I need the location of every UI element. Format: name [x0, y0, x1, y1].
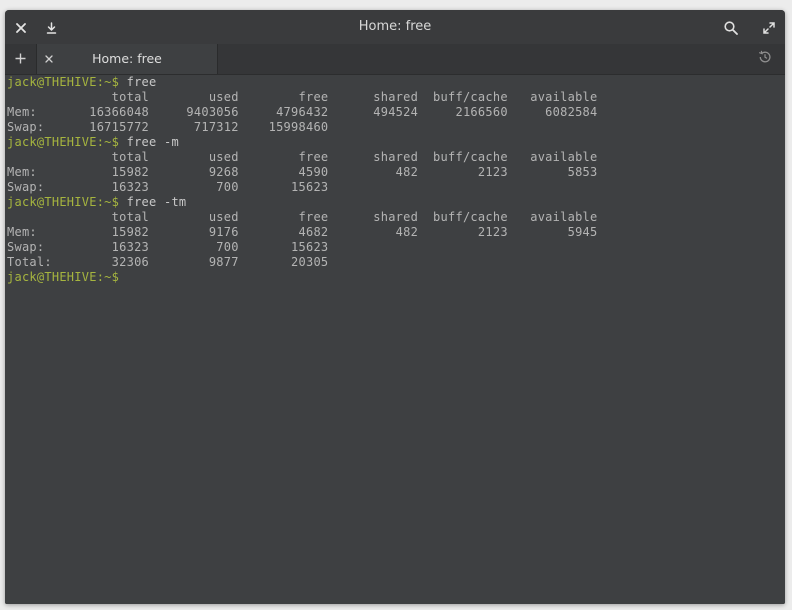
tab-bar: Home: free — [5, 44, 785, 75]
history-icon — [758, 50, 771, 63]
output-line: total used free shared buff/cache availa… — [7, 90, 785, 105]
output-text: Swap: 16323 700 15623 — [7, 240, 329, 254]
output-line: Mem: 16366048 9403056 4796432 494524 216… — [7, 105, 785, 120]
prompt-line: jack@THEHIVE:~$ free -tm — [7, 195, 785, 210]
output-line: Swap: 16323 700 15623 — [7, 240, 785, 255]
output-line: Total: 32306 9877 20305 — [7, 255, 785, 270]
terminal-window: Home: free Home: free jack@THEHIVE:~$ fr… — [5, 10, 785, 604]
search-button[interactable] — [716, 10, 746, 44]
prompt-line: jack@THEHIVE:~$ free -m — [7, 135, 785, 150]
output-text: total used free shared buff/cache availa… — [7, 210, 598, 224]
prompt-line: jack@THEHIVE:~$ — [7, 270, 785, 285]
close-icon — [45, 55, 53, 63]
shell-prompt: jack@THEHIVE:~$ — [7, 75, 120, 89]
shell-prompt: jack@THEHIVE:~$ — [7, 195, 120, 209]
output-text: Total: 32306 9877 20305 — [7, 255, 329, 269]
tab-close-button[interactable] — [37, 44, 61, 74]
window-title: Home: free — [358, 19, 432, 34]
shell-prompt: jack@THEHIVE:~$ — [7, 135, 120, 149]
history-button[interactable] — [751, 44, 779, 74]
output-text: total used free shared buff/cache availa… — [7, 90, 598, 104]
output-text: Mem: 15982 9268 4590 482 2123 5853 — [7, 165, 598, 179]
terminal-output[interactable]: jack@THEHIVE:~$ free total used free sha… — [5, 75, 785, 604]
output-line: total used free shared buff/cache availa… — [7, 210, 785, 225]
output-text: Swap: 16323 700 15623 — [7, 180, 329, 194]
output-line: Swap: 16715772 717312 15998460 — [7, 120, 785, 135]
tab-label: Home: free — [92, 51, 162, 66]
titlebar: Home: free — [5, 10, 785, 44]
output-text: total used free shared buff/cache availa… — [7, 150, 598, 164]
output-line: Mem: 15982 9268 4590 482 2123 5853 — [7, 165, 785, 180]
command-text: free — [119, 75, 157, 89]
output-line: Mem: 15982 9176 4682 482 2123 5945 — [7, 225, 785, 240]
shell-prompt: jack@THEHIVE:~$ — [7, 270, 120, 284]
command-text: free -tm — [119, 195, 187, 209]
output-text: Mem: 15982 9176 4682 482 2123 5945 — [7, 225, 598, 239]
command-text: free -m — [119, 135, 179, 149]
new-tab-button[interactable] — [5, 44, 37, 74]
output-line: Swap: 16323 700 15623 — [7, 180, 785, 195]
output-text: Mem: 16366048 9403056 4796432 494524 216… — [7, 105, 598, 119]
fullscreen-icon — [763, 21, 775, 34]
search-icon — [724, 20, 738, 35]
plus-icon — [15, 53, 26, 64]
output-text: Swap: 16715772 717312 15998460 — [7, 120, 329, 134]
output-line: total used free shared buff/cache availa… — [7, 150, 785, 165]
tab-home-free[interactable]: Home: free — [37, 44, 218, 74]
fullscreen-button[interactable] — [754, 10, 784, 44]
prompt-line: jack@THEHIVE:~$ free — [7, 75, 785, 90]
